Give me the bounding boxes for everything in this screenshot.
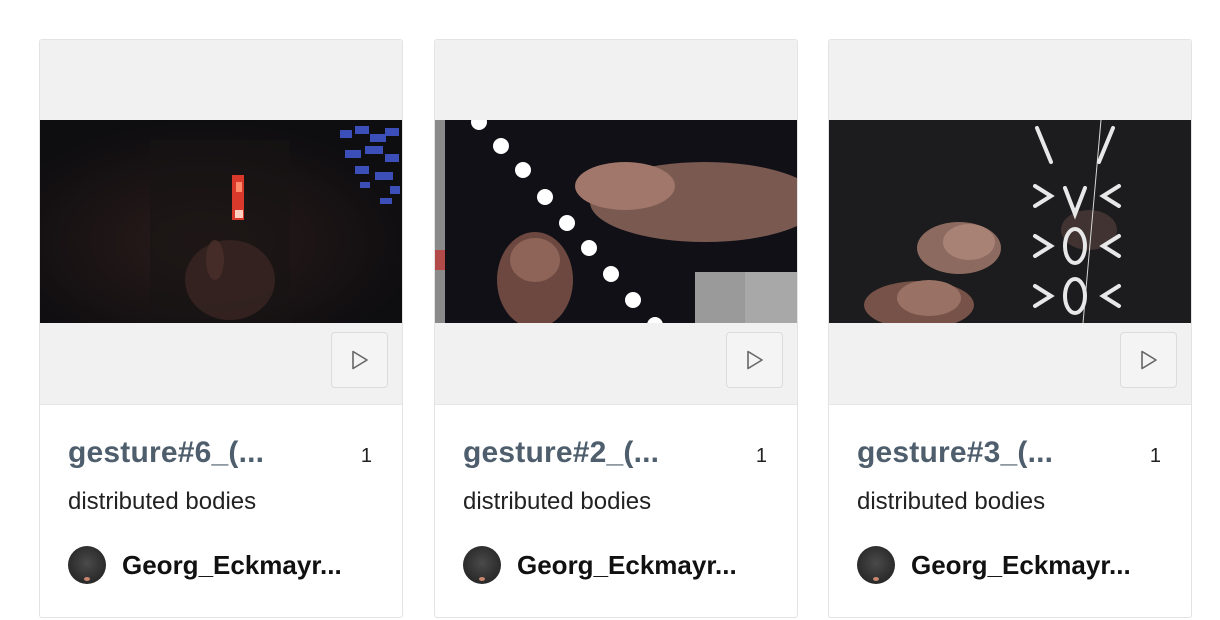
- card-media: [40, 40, 402, 405]
- item-count: 1: [755, 445, 767, 467]
- collection-name[interactable]: distributed bodies: [463, 488, 769, 516]
- video-thumbnail[interactable]: [40, 120, 402, 323]
- video-thumbnail[interactable]: [435, 120, 797, 323]
- item-count: 1: [1149, 445, 1161, 467]
- card-media: [435, 40, 797, 405]
- results-grid: gesture#6_(... 1 distributed bodies Geor…: [0, 0, 1220, 620]
- item-card[interactable]: gesture#6_(... 1 distributed bodies Geor…: [39, 39, 403, 618]
- uploader-name[interactable]: Georg_Eckmayr...: [911, 550, 1141, 581]
- card-info: gesture#6_(... 1 distributed bodies Geor…: [68, 436, 374, 584]
- collection-name[interactable]: distributed bodies: [857, 488, 1163, 516]
- play-button[interactable]: [726, 332, 783, 388]
- card-info: gesture#3_(... 1 distributed bodies Geor…: [857, 436, 1163, 584]
- item-card[interactable]: gesture#2_(... 1 distributed bodies Geor…: [434, 39, 798, 618]
- play-icon: [351, 350, 368, 370]
- collection-name[interactable]: distributed bodies: [68, 488, 374, 516]
- play-icon: [746, 350, 763, 370]
- avatar[interactable]: [857, 546, 895, 584]
- item-title[interactable]: gesture#3_(...: [857, 436, 1067, 470]
- play-button[interactable]: [1120, 332, 1177, 388]
- uploader-name[interactable]: Georg_Eckmayr...: [517, 550, 747, 581]
- item-card[interactable]: gesture#3_(... 1 distributed bodies Geor…: [828, 39, 1192, 618]
- uploader-name[interactable]: Georg_Eckmayr...: [122, 550, 352, 581]
- play-icon: [1140, 350, 1157, 370]
- uploader[interactable]: Georg_Eckmayr...: [68, 546, 374, 584]
- item-count: 1: [360, 445, 372, 467]
- item-title[interactable]: gesture#6_(...: [68, 436, 278, 470]
- item-title[interactable]: gesture#2_(...: [463, 436, 673, 470]
- play-button[interactable]: [331, 332, 388, 388]
- uploader[interactable]: Georg_Eckmayr...: [463, 546, 769, 584]
- card-media: [829, 40, 1191, 405]
- uploader[interactable]: Georg_Eckmayr...: [857, 546, 1163, 584]
- avatar[interactable]: [463, 546, 501, 584]
- avatar[interactable]: [68, 546, 106, 584]
- video-thumbnail[interactable]: [829, 120, 1191, 323]
- card-info: gesture#2_(... 1 distributed bodies Geor…: [463, 436, 769, 584]
